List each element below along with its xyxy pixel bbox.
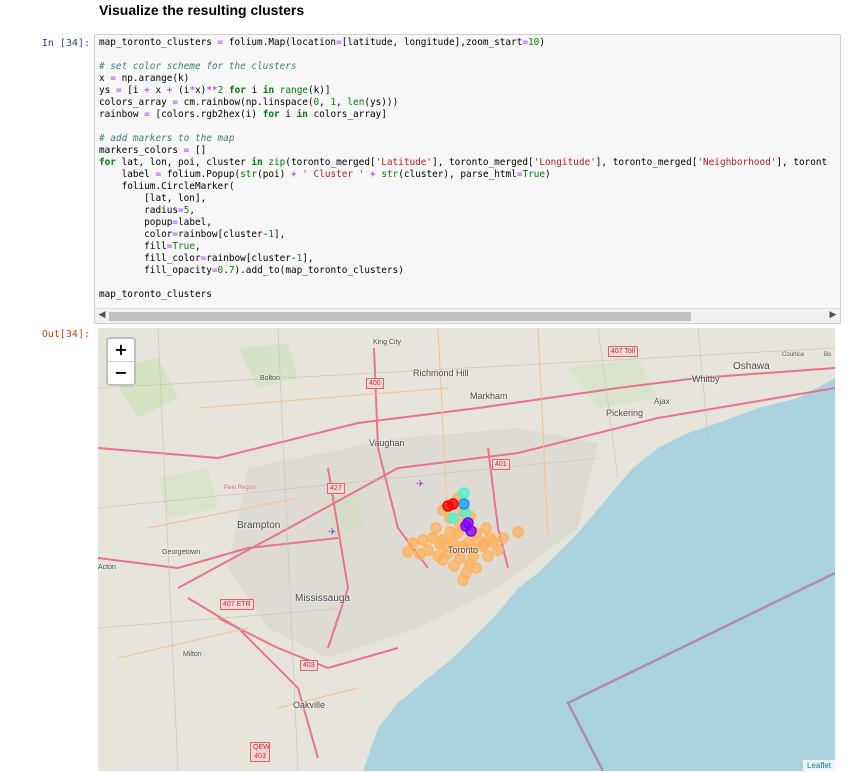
code-editor[interactable]: map_toronto_clusters = folium.Map(locati… xyxy=(99,37,827,301)
place-label: Bo xyxy=(824,352,832,358)
place-label: Vaughan xyxy=(369,438,405,448)
green-area xyxy=(568,358,658,408)
input-prompt: In [34]: xyxy=(41,38,90,49)
cluster-marker[interactable] xyxy=(434,538,446,550)
cluster-marker[interactable] xyxy=(457,574,469,586)
code-line[interactable]: for lat, lon, poi, cluster in zip(toront… xyxy=(99,157,827,168)
place-label: Markham xyxy=(470,391,508,401)
place-label: Pickering xyxy=(606,408,644,418)
code-line[interactable]: x = np.arange(k) xyxy=(99,73,189,84)
horizontal-scrollbar[interactable]: ◀ ▶ xyxy=(95,308,840,323)
code-line[interactable]: color=rainbow[cluster-1], xyxy=(99,229,285,240)
cluster-marker[interactable] xyxy=(430,522,442,534)
airport-icon: ✈ xyxy=(328,527,336,538)
code-line[interactable]: ys = [i + x + (i*x)**2 for i in range(k)… xyxy=(99,85,331,96)
highway-shield: 401 xyxy=(492,459,510,470)
place-label: Toronto xyxy=(448,545,479,555)
highway-shield: 403 xyxy=(300,660,318,671)
zoom-in-button[interactable]: + xyxy=(108,339,134,362)
place-label: Courtice xyxy=(782,352,805,358)
place-label: Milton xyxy=(183,651,202,658)
code-line[interactable]: popup=label, xyxy=(99,217,212,228)
place-label: Bolton xyxy=(260,375,280,382)
scroll-right-icon[interactable]: ▶ xyxy=(827,310,839,320)
place-label: Whitby xyxy=(692,374,720,384)
cluster-marker[interactable] xyxy=(492,544,504,556)
code-line[interactable]: # add markers to the map xyxy=(99,133,234,144)
code-line[interactable]: fill=True, xyxy=(99,241,200,252)
cluster-marker[interactable] xyxy=(458,498,470,510)
place-label: Ajax xyxy=(654,397,670,406)
code-line[interactable]: markers_colors = [] xyxy=(99,145,206,156)
scroll-left-icon[interactable]: ◀ xyxy=(96,310,108,320)
cluster-marker[interactable] xyxy=(447,512,459,524)
cluster-marker[interactable] xyxy=(482,550,494,562)
code-line[interactable]: map_toronto_clusters xyxy=(99,289,212,300)
place-label: Oshawa xyxy=(733,361,770,372)
code-cell[interactable]: map_toronto_clusters = folium.Map(locati… xyxy=(94,34,841,324)
folium-map[interactable]: ✈ ✈ + − King City Richmond Hill Markham … xyxy=(98,328,835,771)
place-label: Oakville xyxy=(293,700,326,710)
cluster-marker[interactable] xyxy=(417,534,429,546)
output-prompt: Out[34]: xyxy=(41,329,90,340)
cluster-marker[interactable] xyxy=(444,526,456,538)
code-line[interactable]: rainbow = [colors.rgb2hex(i) for i in co… xyxy=(99,109,387,120)
code-line[interactable]: # set color scheme for the clusters xyxy=(99,61,297,72)
cluster-marker[interactable] xyxy=(460,520,472,532)
airport-icon: ✈ xyxy=(416,479,424,490)
cluster-marker[interactable] xyxy=(458,487,470,499)
code-line[interactable]: colors_array = cm.rainbow(np.linspace(0,… xyxy=(99,97,398,108)
section-heading: Visualize the resulting clusters xyxy=(99,2,305,18)
cluster-marker[interactable] xyxy=(484,532,496,544)
place-label: Georgetown xyxy=(162,549,201,556)
cluster-marker[interactable] xyxy=(414,548,426,560)
place-label: Richmond Hill xyxy=(413,368,469,378)
highway-shield: 427 xyxy=(327,483,345,494)
green-area xyxy=(158,468,218,518)
place-label: Mississauga xyxy=(295,593,351,604)
scrollbar-thumb[interactable] xyxy=(109,312,691,321)
code-line[interactable]: [lat, lon], xyxy=(99,193,206,204)
cluster-marker[interactable] xyxy=(470,562,482,574)
code-line[interactable]: radius=5, xyxy=(99,205,195,216)
code-line[interactable]: fill_color=rainbow[cluster-1], xyxy=(99,253,313,264)
cluster-marker[interactable] xyxy=(402,546,414,558)
cluster-marker[interactable] xyxy=(432,550,444,562)
highway-shield: 407 ETR xyxy=(220,599,254,610)
leaflet-attribution-link[interactable]: Leaflet xyxy=(802,760,835,771)
place-label: Brampton xyxy=(237,520,281,531)
highway-shield: 400 xyxy=(366,378,384,389)
place-label: Peel Region xyxy=(224,485,257,491)
cluster-marker[interactable] xyxy=(447,498,459,510)
code-line[interactable]: label = folium.Popup(str(poi) + ' Cluste… xyxy=(99,169,551,180)
code-line[interactable]: map_toronto_clusters = folium.Map(locati… xyxy=(99,37,545,48)
cluster-marker[interactable] xyxy=(480,522,492,534)
highway-shield: QEW 403 xyxy=(250,742,270,762)
cluster-marker[interactable] xyxy=(497,532,509,544)
place-label: Acton xyxy=(98,564,116,571)
zoom-control[interactable]: + − xyxy=(106,337,136,386)
place-label: King City xyxy=(373,339,402,346)
code-line[interactable]: folium.CircleMarker( xyxy=(99,181,235,192)
cluster-marker[interactable] xyxy=(512,526,524,538)
highway-shield: 407 Toll xyxy=(608,346,639,357)
zoom-out-button[interactable]: − xyxy=(108,362,134,384)
code-line[interactable]: fill_opacity=0.7).add_to(map_toronto_clu… xyxy=(99,265,404,276)
cluster-marker[interactable] xyxy=(448,560,460,572)
